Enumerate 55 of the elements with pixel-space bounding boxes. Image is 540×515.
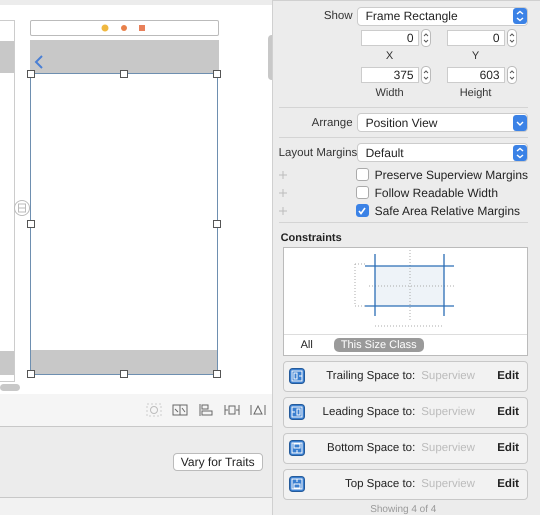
edit-link[interactable]: Edit xyxy=(497,370,519,382)
edit-link[interactable]: Edit xyxy=(497,406,519,418)
number-field[interactable]: 0 xyxy=(360,30,419,46)
checkbox[interactable] xyxy=(356,168,369,182)
resize-handle[interactable] xyxy=(120,70,128,78)
stepper-icon[interactable] xyxy=(420,66,431,84)
entry-point-icon xyxy=(13,199,31,217)
field-label: Y xyxy=(472,50,480,62)
checkbox[interactable] xyxy=(356,186,369,200)
bottom-constraint-icon xyxy=(288,440,305,456)
constraints-count: Showing 4 of 4 xyxy=(369,504,438,515)
chevron-down-icon xyxy=(513,114,527,131)
resize-handle[interactable] xyxy=(213,370,221,378)
checkbox-label: Follow Readable Width xyxy=(374,186,498,200)
stepper-icon xyxy=(513,144,527,161)
number-field[interactable]: 603 xyxy=(446,67,505,83)
constraint-label: Trailing Space to: xyxy=(325,370,416,382)
resize-handle[interactable] xyxy=(213,220,221,228)
checkbox[interactable] xyxy=(356,204,369,218)
section-title: Constraints xyxy=(280,232,343,244)
back-chevron-icon xyxy=(34,55,44,69)
layout-margins-popup[interactable]: Default xyxy=(356,143,528,162)
field-label: Height xyxy=(460,87,492,99)
arrange-popup[interactable]: Position View xyxy=(356,113,528,132)
resize-handle[interactable] xyxy=(213,70,221,78)
constraint-label: Bottom Space to: xyxy=(326,442,416,454)
checkbox-label: Safe Area Relative Margins xyxy=(374,204,520,218)
trailing-constraint-icon xyxy=(288,368,305,384)
vary-for-traits-button[interactable]: Vary for Traits xyxy=(172,453,263,471)
show-popup[interactable]: Frame Rectangle xyxy=(356,6,528,26)
resize-handle[interactable] xyxy=(120,370,128,378)
edit-link[interactable]: Edit xyxy=(497,478,519,490)
leading-constraint-icon xyxy=(288,404,305,420)
field-label: X xyxy=(386,50,394,62)
align-icon[interactable] xyxy=(198,403,214,417)
field-label: Width xyxy=(376,87,404,99)
stepper-icon xyxy=(513,8,527,24)
resize-handle[interactable] xyxy=(27,70,35,78)
resize-handle[interactable] xyxy=(27,370,35,378)
field-label: Show xyxy=(322,10,353,22)
pin-icon[interactable] xyxy=(224,403,240,417)
edit-link[interactable]: Edit xyxy=(497,442,519,454)
scroll-bar[interactable] xyxy=(0,384,20,391)
filter-tab[interactable]: All xyxy=(294,338,320,352)
constraint-label: Top Space to: xyxy=(344,478,416,490)
constraint-label: Leading Space to: xyxy=(322,406,416,418)
number-field[interactable]: 375 xyxy=(360,67,419,83)
stepper-icon[interactable] xyxy=(506,66,517,84)
checkbox-label: Preserve Superview Margins xyxy=(374,168,528,182)
top-constraint-icon xyxy=(288,476,305,492)
stepper-icon[interactable] xyxy=(420,29,431,47)
field-label: Arrange xyxy=(310,116,353,129)
number-field[interactable]: 0 xyxy=(446,30,505,46)
stepper-icon[interactable] xyxy=(506,29,517,47)
resize-handle[interactable] xyxy=(27,220,35,228)
